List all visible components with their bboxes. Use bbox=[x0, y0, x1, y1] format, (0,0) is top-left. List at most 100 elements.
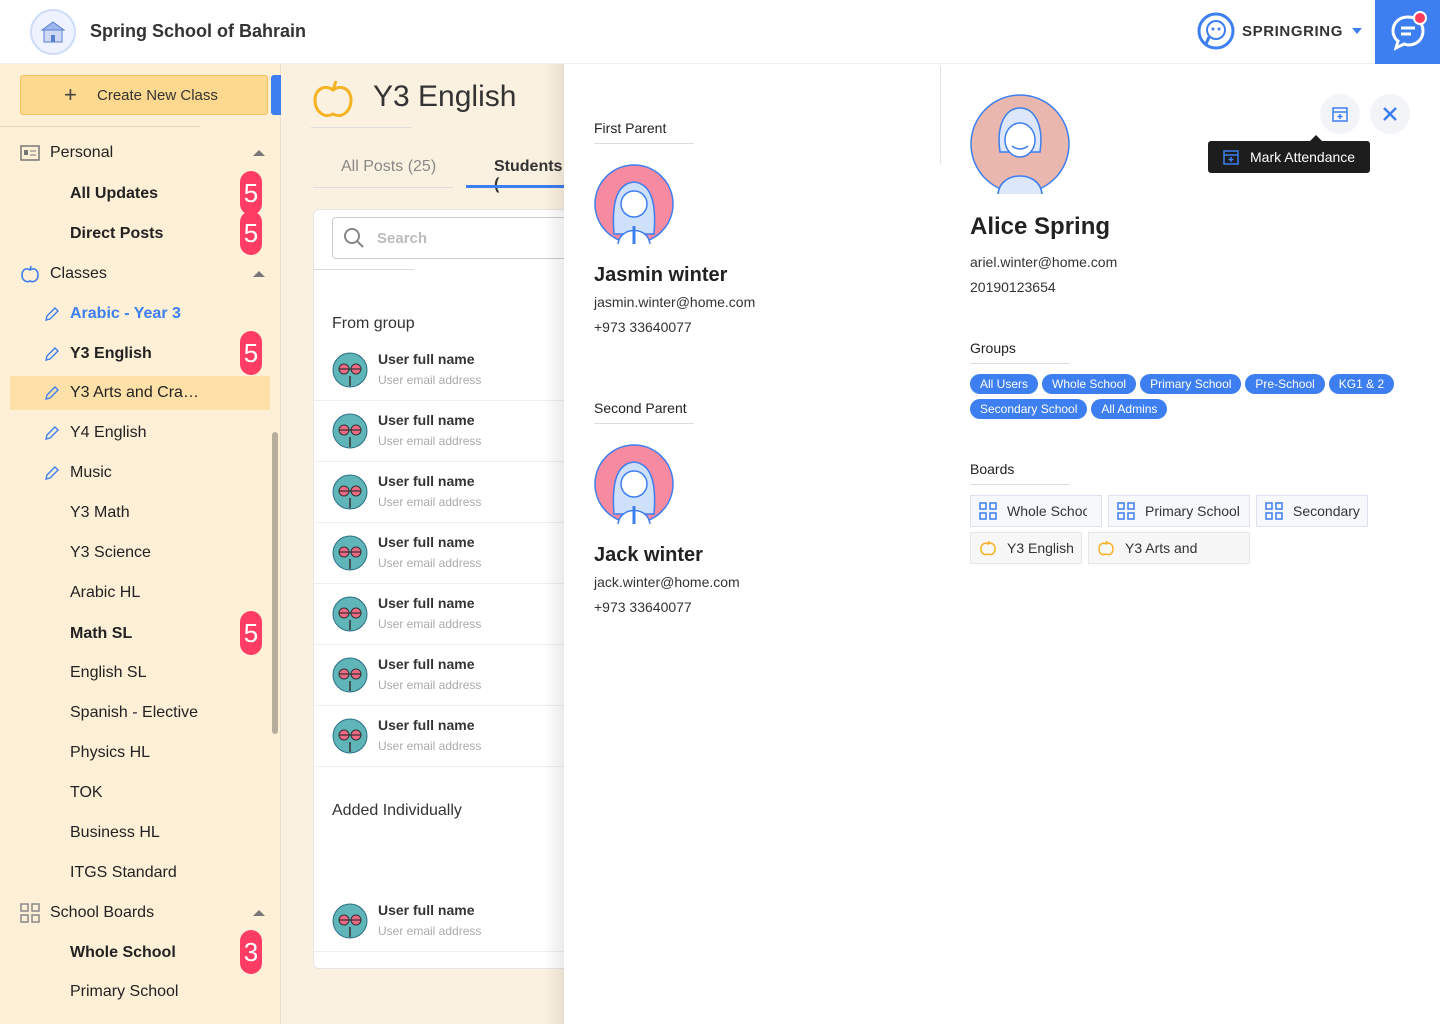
list-item[interactable]: User full name User email address bbox=[314, 706, 564, 767]
list-item[interactable]: User full name User email address bbox=[314, 401, 564, 462]
sidebar-item-arabic-hl[interactable]: Arabic HL bbox=[0, 576, 270, 610]
grid-icon bbox=[1117, 502, 1135, 520]
board-chip[interactable]: Y3 Arts and bbox=[1088, 532, 1250, 564]
sidebar-item-y3-science[interactable]: Y3 Science bbox=[0, 536, 270, 570]
user-email: User email address bbox=[378, 495, 482, 509]
from-group-label: From group bbox=[332, 315, 415, 332]
panel-shadow bbox=[544, 64, 564, 1024]
student-avatar[interactable] bbox=[970, 94, 1070, 199]
group-chip[interactable]: Secondary School bbox=[970, 399, 1088, 419]
sidebar-item-direct-posts[interactable]: Direct Posts bbox=[0, 217, 270, 251]
user-avatar bbox=[332, 352, 368, 388]
first-parent-name: Jasmin winter bbox=[594, 264, 728, 286]
sidebar-item-physics-hl[interactable]: Physics HL bbox=[0, 736, 270, 770]
caret-up-icon[interactable] bbox=[253, 150, 265, 156]
sidebar-item-music[interactable]: Music bbox=[0, 456, 270, 490]
group-chip[interactable]: All Admins bbox=[1091, 399, 1168, 419]
mark-attendance-button[interactable] bbox=[1320, 94, 1360, 134]
edit-icon bbox=[44, 385, 60, 401]
sidebar-scrollbar[interactable] bbox=[272, 432, 278, 734]
calendar-plus-icon bbox=[1223, 150, 1239, 165]
student-id: 20190123654 bbox=[970, 279, 1056, 295]
search-input[interactable]: Search bbox=[332, 217, 564, 259]
id-card-icon bbox=[20, 145, 40, 161]
sidebar-item-arabic-year-3[interactable]: Arabic - Year 3 bbox=[0, 297, 270, 331]
board-chip[interactable]: Secondary bbox=[1256, 495, 1368, 527]
apple-icon bbox=[1098, 540, 1114, 556]
list-item[interactable]: User full name User email address bbox=[314, 645, 564, 706]
unread-badge: 5 bbox=[240, 171, 262, 215]
group-chips: All Users Whole School Primary School Pre-S… bbox=[970, 374, 1420, 424]
brand-switcher[interactable]: SPRINGRING bbox=[1196, 11, 1365, 51]
school-logo[interactable] bbox=[30, 9, 76, 55]
edit-icon bbox=[44, 425, 60, 441]
board-chip[interactable]: Y3 English bbox=[970, 532, 1082, 564]
sidebar-item-tok[interactable]: TOK bbox=[0, 776, 270, 810]
group-chip[interactable]: All Users bbox=[970, 374, 1039, 394]
sidebar: + Create New Class Personal All Updates … bbox=[0, 64, 290, 1024]
chat-button[interactable] bbox=[1375, 0, 1440, 64]
sidebar-item-y3-math[interactable]: Y3 Math bbox=[0, 496, 270, 530]
divider bbox=[594, 423, 694, 424]
sidebar-section-classes[interactable]: Classes bbox=[0, 257, 270, 291]
group-chip[interactable]: Whole School bbox=[1042, 374, 1137, 394]
school-name[interactable]: Spring School of Bahrain bbox=[90, 21, 306, 42]
sidebar-item-y3-arts[interactable]: Y3 Arts and Cra… bbox=[10, 376, 270, 410]
calendar-plus-icon bbox=[1332, 107, 1348, 122]
sidebar-item-label: Y4 English bbox=[70, 424, 147, 441]
caret-up-icon[interactable] bbox=[253, 271, 265, 277]
close-panel-button[interactable] bbox=[1370, 94, 1410, 134]
create-class-label: Create New Class bbox=[97, 86, 218, 104]
sidebar-section-label: School Boards bbox=[50, 904, 155, 921]
user-name: User full name bbox=[378, 717, 475, 733]
board-label: Secondary bbox=[1293, 503, 1360, 519]
search-placeholder: Search bbox=[377, 229, 428, 247]
user-email: User email address bbox=[378, 678, 482, 692]
sidebar-item-business-hl[interactable]: Business HL bbox=[0, 816, 270, 850]
sidebar-item-y3-english[interactable]: Y3 English bbox=[0, 337, 270, 371]
sidebar-item-spanish-elective[interactable]: Spanish - Elective bbox=[0, 696, 270, 730]
sidebar-item-whole-school[interactable]: Whole School bbox=[0, 936, 270, 970]
caret-up-icon[interactable] bbox=[253, 910, 265, 916]
group-chip[interactable]: Pre-School bbox=[1245, 374, 1325, 394]
sidebar-section-school-boards[interactable]: School Boards bbox=[0, 896, 270, 930]
user-name: User full name bbox=[378, 351, 475, 367]
tab-all-posts[interactable]: All Posts (25) bbox=[341, 158, 436, 176]
sidebar-item-itgs-standard[interactable]: ITGS Standard bbox=[0, 856, 270, 890]
edit-icon bbox=[44, 306, 60, 322]
sidebar-item-primary-school[interactable]: Primary School bbox=[0, 975, 270, 1009]
sidebar-item-y4-english[interactable]: Y4 English bbox=[0, 416, 270, 450]
list-item[interactable]: User full name User email address bbox=[314, 891, 564, 952]
group-chip[interactable]: Primary School bbox=[1140, 374, 1242, 394]
tooltip-text: Mark Attendance bbox=[1250, 149, 1356, 165]
sidebar-item-label: Business HL bbox=[70, 824, 160, 841]
sidebar-item-label: Spanish - Elective bbox=[70, 704, 199, 721]
group-chip[interactable]: KG1 & 2 bbox=[1328, 374, 1395, 394]
create-class-button[interactable]: + Create New Class bbox=[20, 75, 268, 115]
list-item[interactable]: User full name User email address bbox=[314, 340, 564, 401]
list-item[interactable]: User full name User email address bbox=[314, 462, 564, 523]
unread-badge: 5 bbox=[240, 211, 262, 255]
sidebar-item-math-sl[interactable]: Math SL bbox=[0, 617, 270, 651]
sidebar-item-all-updates[interactable]: All Updates bbox=[0, 177, 270, 211]
sidebar-section-personal[interactable]: Personal bbox=[0, 136, 270, 170]
vertical-divider bbox=[940, 66, 941, 164]
board-chip[interactable]: Whole School bbox=[970, 495, 1102, 527]
list-item[interactable]: User full name User email address bbox=[314, 523, 564, 584]
board-label: Y3 Arts and bbox=[1125, 540, 1198, 556]
list-item[interactable]: User full name User email address bbox=[314, 584, 564, 645]
board-chip[interactable]: Primary School bbox=[1108, 495, 1250, 527]
user-email: User email address bbox=[378, 556, 482, 570]
sidebar-item-english-sl[interactable]: English SL bbox=[0, 656, 270, 690]
sidebar-item-label: Arabic HL bbox=[70, 584, 141, 601]
edit-icon bbox=[44, 346, 60, 362]
parent-avatar[interactable] bbox=[594, 444, 674, 529]
divider bbox=[970, 363, 1070, 364]
user-email: User email address bbox=[378, 739, 482, 753]
divider bbox=[314, 269, 414, 270]
user-name: User full name bbox=[378, 902, 475, 918]
parent-avatar[interactable] bbox=[594, 164, 674, 249]
notification-dot bbox=[1413, 11, 1427, 25]
sidebar-item-label: Y3 English bbox=[70, 345, 152, 362]
added-individually-label: Added Individually bbox=[332, 802, 462, 819]
